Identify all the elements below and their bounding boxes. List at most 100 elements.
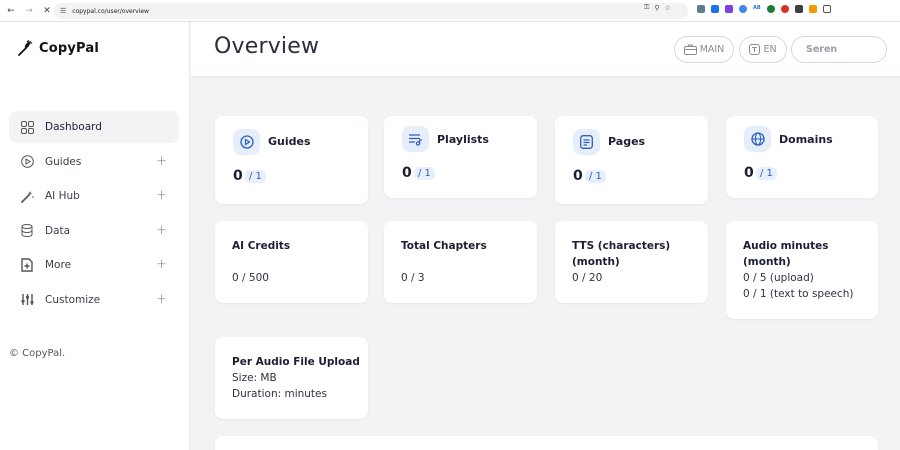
sidebar-menu: Dashboard Guides + AI Hub + Data + More …: [9, 111, 179, 318]
expand-icon[interactable]: +: [156, 257, 167, 272]
stat-limit: / 1: [585, 170, 606, 183]
usage-value: 0 / 1 (text to speech): [743, 288, 854, 300]
stat-title: Domains: [779, 133, 833, 146]
language-icon: [749, 44, 761, 55]
sidebar-item-label: Dashboard: [45, 121, 102, 133]
copyright-text: © CopyPal.: [9, 348, 66, 359]
language-button[interactable]: EN: [739, 36, 787, 63]
usage-value: 0 / 20: [572, 272, 603, 284]
stat-count: 0: [573, 168, 583, 184]
stat-card-domains: Domains 0 / 1: [726, 116, 878, 198]
usage-title: TTS (characters): [572, 240, 671, 252]
page-header: Overview MAIN EN Seren: [191, 22, 900, 77]
stat-card-playlists: Playlists 0 / 1: [384, 116, 537, 198]
usage-value: 0 / 3: [401, 272, 425, 284]
workspace-button[interactable]: MAIN: [674, 36, 734, 63]
usage-title: (month): [743, 256, 791, 268]
page-title: Overview: [214, 34, 320, 59]
stat-title: Pages: [608, 135, 646, 148]
stat-limit: / 1: [414, 167, 435, 180]
extension-icon[interactable]: [739, 5, 747, 13]
usage-title: Audio minutes: [743, 240, 829, 252]
upload-title: Per Audio File Upload: [232, 356, 360, 368]
puzzle-icon[interactable]: [822, 5, 831, 13]
brand-name: CopyPal: [39, 40, 100, 56]
sliders-icon: [20, 293, 34, 307]
sidebar-item-ai-hub[interactable]: AI Hub +: [9, 180, 179, 212]
sidebar-item-guides[interactable]: Guides +: [9, 146, 179, 178]
extensions-bar: AB: [697, 5, 831, 13]
usage-card-total-chapters: Total Chapters 0 / 3: [384, 221, 537, 303]
stat-limit: / 1: [756, 167, 777, 180]
sidebar-item-label: Guides: [45, 155, 82, 168]
upload-limits-card: Per Audio File Upload Size: MB Duration:…: [215, 337, 368, 419]
sidebar-item-label: AI Hub: [45, 190, 80, 202]
usage-title: Total Chapters: [401, 240, 487, 252]
url-text: copypal.co/user/overview: [72, 7, 149, 15]
play-circle-icon: [20, 155, 34, 169]
expand-icon[interactable]: +: [156, 188, 167, 203]
sidebar-item-label: More: [45, 259, 72, 271]
sidebar: CopyPal Dashboard Guides + AI Hub + Data…: [0, 22, 190, 450]
usage-card-ai-credits: AI Credits 0 / 500: [215, 221, 368, 303]
expand-icon[interactable]: +: [156, 154, 167, 169]
usage-value: 0 / 5 (upload): [743, 272, 814, 284]
close-icon[interactable]: ✕: [40, 4, 54, 18]
extension-icon[interactable]: [780, 5, 789, 13]
password-icon[interactable]: ⚿: [644, 3, 649, 12]
content-card: [215, 436, 878, 450]
extension-icon[interactable]: [794, 5, 803, 13]
globe-icon: [744, 126, 771, 152]
extension-icon[interactable]: [711, 5, 719, 13]
browser-toolbar: ← → ✕ ☰ copypal.co/user/overview ⚿ ⚲ ☆ A…: [0, 0, 900, 22]
language-label: EN: [763, 44, 777, 55]
grid-icon: [20, 120, 34, 134]
usage-title: (month): [572, 256, 620, 268]
logo-icon: [18, 40, 33, 56]
arrow-left-icon[interactable]: ←: [4, 4, 18, 18]
stat-card-pages: Pages 0 / 1: [555, 116, 708, 204]
zoom-icon[interactable]: ⚲: [654, 4, 659, 12]
address-bar[interactable]: ☰ copypal.co/user/overview: [54, 3, 688, 19]
stat-count: 0: [402, 165, 412, 181]
workspace-label: MAIN: [699, 44, 725, 55]
usage-card-audio-minutes: Audio minutes (month) 0 / 5 (upload) 0 /…: [726, 221, 878, 319]
sidebar-item-more[interactable]: More +: [9, 249, 179, 281]
stat-title: Playlists: [437, 133, 489, 146]
sidebar-item-customize[interactable]: Customize +: [9, 284, 179, 316]
arrow-right-icon[interactable]: →: [22, 4, 36, 18]
page-icon: [573, 129, 600, 155]
extension-icon[interactable]: AB: [753, 5, 761, 13]
extension-icon[interactable]: [808, 5, 817, 13]
play-circle-icon: [233, 129, 260, 155]
brand-logo[interactable]: CopyPal: [17, 40, 99, 56]
document-plus-icon: [20, 258, 34, 272]
expand-icon[interactable]: +: [156, 223, 167, 238]
usage-title: AI Credits: [232, 240, 291, 252]
site-settings-icon[interactable]: ☰: [60, 7, 66, 15]
magic-wand-icon: [20, 189, 34, 203]
stat-title: Guides: [268, 135, 311, 148]
expand-icon[interactable]: +: [156, 292, 167, 307]
extension-icon[interactable]: [725, 5, 733, 13]
star-icon[interactable]: ☆: [664, 4, 670, 12]
upload-duration: Duration: minutes: [232, 388, 327, 400]
database-icon: [20, 224, 34, 238]
user-menu-button[interactable]: Seren: [791, 36, 887, 63]
upload-size: Size: MB: [232, 372, 277, 384]
user-name: Seren: [806, 44, 838, 55]
sidebar-item-label: Customize: [45, 293, 101, 306]
extension-icon[interactable]: [766, 5, 775, 13]
sidebar-item-data[interactable]: Data +: [9, 215, 179, 247]
stat-count: 0: [744, 165, 754, 181]
playlist-icon: [402, 126, 429, 152]
stat-limit: / 1: [245, 170, 266, 183]
sidebar-item-dashboard[interactable]: Dashboard: [9, 111, 179, 143]
extension-icon[interactable]: [697, 5, 705, 13]
briefcase-icon: [683, 44, 697, 55]
usage-card-tts: TTS (characters) (month) 0 / 20: [555, 221, 708, 303]
usage-value: 0 / 500: [232, 272, 269, 284]
sidebar-item-label: Data: [45, 224, 71, 237]
stat-count: 0: [233, 168, 243, 184]
stat-card-guides: Guides 0 / 1: [215, 116, 368, 204]
